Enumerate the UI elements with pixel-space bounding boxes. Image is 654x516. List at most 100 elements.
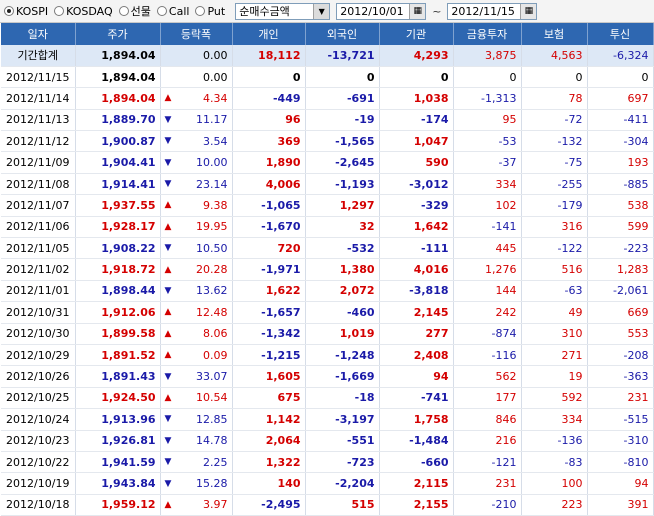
radio-label: KOSPI (16, 4, 49, 18)
radio-button-icon[interactable] (156, 6, 167, 16)
table-cell: 310 (521, 323, 588, 345)
table-row[interactable]: 2012/11/02 1,918.72 ▲ 20.28 -1,971 1,380 4,016… (1, 258, 654, 281)
table-cell: 95 (453, 109, 522, 132)
table-cell: -2,495 (232, 494, 306, 516)
table-cell: -1,484 (379, 430, 454, 452)
market-radio-2[interactable]: 선물 (118, 3, 151, 19)
table-row[interactable]: 2012/10/19 1,943.84 ▼ 15.28 140 -2,204 2,115 23… (1, 472, 654, 495)
calendar-icon[interactable]: ▦ (409, 3, 426, 19)
table-cell: 2012/11/13 (1, 109, 76, 132)
table-row[interactable]: 2012/11/12 1,900.87 ▼ 3.54 369 -1,565 1,047 -53… (1, 130, 654, 153)
table-cell: 334 (521, 408, 588, 431)
cell-change: 10.50 (196, 241, 228, 255)
radio-button-icon[interactable] (4, 6, 14, 16)
table-row[interactable]: 2012/11/06 1,928.17 ▲ 19.95 -1,670 32 1,642 -14… (1, 216, 654, 239)
table-row[interactable]: 2012/11/01 1,898.44 ▼ 13.62 1,622 2,072 -3,818… (1, 280, 654, 303)
table-cell: 846 (453, 408, 522, 431)
cell-indiv: -1,065 (261, 198, 301, 212)
table-cell: 18,112 (232, 45, 306, 67)
cell-indiv: 675 (277, 391, 301, 405)
column-header[interactable]: 주가 (75, 23, 161, 45)
column-header[interactable]: 금융투자 (453, 23, 522, 45)
cell-ins: 223 (561, 498, 583, 512)
table-cell: 1,605 (232, 365, 306, 388)
cell-change: 10.54 (196, 391, 228, 405)
cell-inst: -3,012 (409, 177, 449, 191)
end-date-field[interactable]: 2012/11/15 ▦ (447, 2, 538, 20)
cell-fin: 95 (502, 113, 517, 127)
table-row[interactable]: 2012/11/09 1,904.41 ▼ 10.00 1,890 -2,645 590 -3… (1, 151, 654, 174)
table-row[interactable]: 2012/10/23 1,926.81 ▼ 14.78 2,064 -551 -1,484 2… (1, 430, 654, 452)
period-total-row[interactable]: 기간합계 1,894.04 0.00 18,112 -13,721 4,293 3,875 4… (1, 45, 654, 67)
table-row[interactable]: 2012/10/22 1,941.59 ▼ 2.25 1,322 -723 -660 -121… (1, 451, 654, 474)
table-cell: 1,943.84 (75, 472, 161, 495)
column-header[interactable]: 기관 (379, 23, 454, 45)
date-range-separator: ~ (432, 4, 442, 18)
cell-trust: -810 (623, 455, 649, 469)
table-cell: -691 (305, 87, 380, 110)
column-header[interactable]: 보험 (521, 23, 588, 45)
cell-trust: 599 (627, 220, 649, 234)
table-cell: 1,913.96 (75, 408, 161, 431)
table-row[interactable]: 2012/10/25 1,924.50 ▲ 10.54 675 -18 -741 177 592… (1, 387, 654, 410)
table-cell: 231 (453, 472, 522, 495)
change-cell: ▲ 19.95 (165, 220, 228, 233)
table-cell: ▼ 3.54 (160, 130, 233, 153)
column-header[interactable]: 일자 (1, 23, 76, 45)
cell-ins: -132 (557, 134, 583, 148)
table-cell: 2012/11/06 (1, 216, 76, 239)
table-row[interactable]: 2012/11/08 1,914.41 ▼ 23.14 4,006 -1,193 -3,01… (1, 173, 654, 196)
metric-select[interactable]: 순매수금액 ▼ (235, 2, 331, 20)
cell-change: 14.78 (196, 434, 228, 448)
radio-button-icon[interactable] (118, 6, 129, 16)
change-cell: ▼ 3.54 (165, 135, 228, 148)
start-date-field[interactable]: 2012/10/01 ▦ (336, 2, 427, 20)
table-cell: 1,914.41 (75, 173, 161, 196)
cell-change: 33.07 (196, 370, 228, 384)
cell-change: 9.38 (203, 198, 228, 212)
cell-price: 1,913.96 (101, 412, 156, 426)
table-row[interactable]: 2012/11/15 1,894.04 0.00 0 0 0 0 0 0 (1, 66, 654, 89)
table-row[interactable]: 2012/10/30 1,899.58 ▲ 8.06 -1,342 1,019 277 -87… (1, 323, 654, 345)
column-header[interactable]: 개인 (232, 23, 306, 45)
table-cell: -122 (521, 237, 588, 260)
market-radio-1[interactable]: KOSDAQ (54, 3, 113, 19)
table-row[interactable]: 2012/11/14 1,894.04 ▲ 4.34 -449 -691 1,038 -1,3… (1, 87, 654, 110)
cell-fin: -37 (498, 156, 517, 170)
cell-price: 1,943.84 (101, 477, 156, 490)
table-cell: 590 (379, 151, 454, 174)
cell-trust: -363 (623, 370, 649, 384)
table-row[interactable]: 2012/11/05 1,908.22 ▼ 10.50 720 -532 -111 445 -1… (1, 237, 654, 260)
cell-ins: 0 (575, 70, 583, 84)
cell-trust: 1,283 (617, 263, 649, 277)
cell-indiv: -2,495 (261, 498, 301, 512)
table-row[interactable]: 2012/11/13 1,889.70 ▼ 11.17 96 -19 -174 95 -72 -4… (1, 109, 654, 132)
market-radio-4[interactable]: Put (195, 3, 225, 19)
cell-date: 2012/10/29 (6, 348, 70, 362)
table-row[interactable]: 2012/11/07 1,937.55 ▲ 9.38 -1,065 1,297 -329 10… (1, 194, 654, 217)
radio-button-icon[interactable] (54, 6, 65, 16)
table-cell: 0 (453, 66, 522, 89)
table-cell: -810 (587, 451, 654, 474)
table-row[interactable]: 2012/10/24 1,913.96 ▼ 12.85 1,142 -3,197 1,758… (1, 408, 654, 431)
cell-price: 1,928.17 (101, 220, 156, 234)
column-header[interactable]: 투신 (587, 23, 654, 45)
chevron-down-icon[interactable]: ▼ (313, 3, 330, 19)
column-header[interactable]: 등락폭 (160, 23, 233, 45)
cell-fin: 242 (495, 305, 517, 319)
cell-date: 2012/10/23 (6, 434, 70, 448)
end-date-value[interactable]: 2012/11/15 (448, 5, 520, 18)
start-date-value[interactable]: 2012/10/01 (337, 5, 409, 18)
cell-foreign: 2,072 (339, 284, 375, 298)
table-row[interactable]: 2012/10/29 1,891.52 ▲ 0.09 -1,215 -1,248 2,408… (1, 344, 654, 367)
market-radio-0[interactable]: KOSPI (4, 3, 48, 19)
table-row[interactable]: 2012/10/26 1,891.43 ▼ 33.07 1,605 -1,669 94 562… (1, 365, 654, 388)
table-row[interactable]: 2012/10/31 1,912.06 ▲ 12.48 -1,657 -460 2,145 2… (1, 301, 654, 324)
column-header[interactable]: 외국인 (305, 23, 380, 45)
radio-button-icon[interactable] (195, 6, 206, 16)
triangle-up-icon: ▲ (164, 307, 172, 318)
market-radio-3[interactable]: Call (156, 3, 189, 19)
table-cell: 1,928.17 (75, 216, 161, 239)
calendar-icon[interactable]: ▦ (520, 3, 537, 19)
table-row[interactable]: 2012/10/18 1,959.12 ▲ 3.97 -2,495 515 2,155 -21… (1, 494, 654, 516)
